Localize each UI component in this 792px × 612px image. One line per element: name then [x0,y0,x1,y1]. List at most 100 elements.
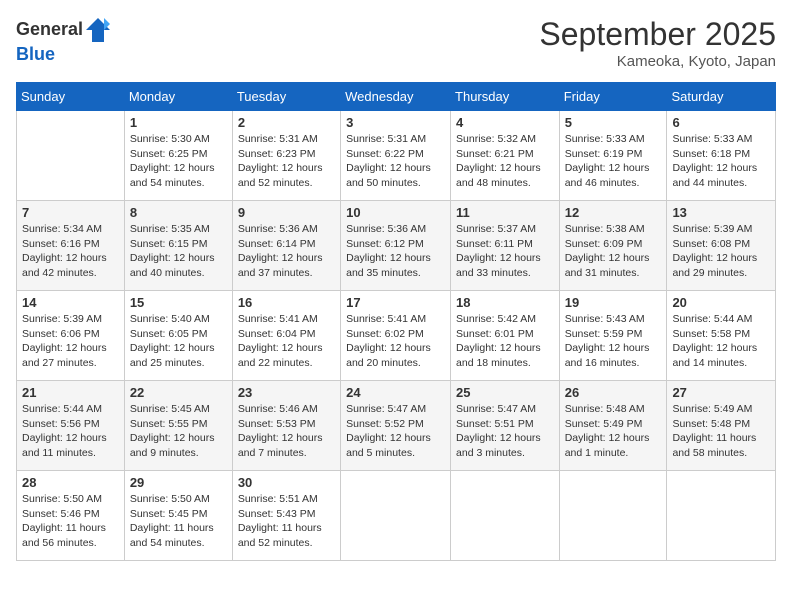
day-info: Sunrise: 5:33 AMSunset: 6:18 PMDaylight:… [672,132,770,191]
day-number: 12 [565,205,662,220]
calendar-cell: 1 Sunrise: 5:30 AMSunset: 6:25 PMDaylight… [124,111,232,201]
calendar-cell: 25Sunrise: 5:47 AMSunset: 5:51 PMDayligh… [451,381,560,471]
day-info: Sunrise: 5:50 AMSunset: 5:46 PMDaylight:… [22,492,119,551]
day-info: Sunrise: 5:44 AMSunset: 5:56 PMDaylight:… [22,402,119,461]
day-number: 28 [22,475,119,490]
calendar-cell: 4 Sunrise: 5:32 AMSunset: 6:21 PMDaylight… [451,111,560,201]
day-info: Sunrise: 5:35 AMSunset: 6:15 PMDaylight:… [130,222,227,281]
weekday-header-tuesday: Tuesday [232,83,340,111]
day-info: Sunrise: 5:40 AMSunset: 6:05 PMDaylight:… [130,312,227,371]
calendar-cell [559,471,667,561]
calendar-cell: 12 Sunrise: 5:38 AMSunset: 6:09 PMDayligh… [559,201,667,291]
calendar-cell: 17 Sunrise: 5:41 AMSunset: 6:02 PMDayligh… [341,291,451,381]
day-number: 27 [672,385,770,400]
calendar-cell: 15Sunrise: 5:40 AMSunset: 6:05 PMDayligh… [124,291,232,381]
day-number: 19 [565,295,662,310]
calendar-cell [451,471,560,561]
day-info: Sunrise: 5:39 AMSunset: 6:08 PMDaylight:… [672,222,770,281]
day-number: 7 [22,205,119,220]
calendar-cell: 14 Sunrise: 5:39 AMSunset: 6:06 PMDayligh… [17,291,125,381]
weekday-header-sunday: Sunday [17,83,125,111]
day-info: Sunrise: 5:50 AMSunset: 5:45 PMDaylight:… [130,492,227,551]
page-header: General Blue September 2025 Kameoka, Kyo… [16,16,776,70]
day-number: 22 [130,385,227,400]
calendar-cell: 20Sunrise: 5:44 AMSunset: 5:58 PMDayligh… [667,291,776,381]
weekday-header-wednesday: Wednesday [341,83,451,111]
day-number: 18 [456,295,554,310]
calendar-cell: 6 Sunrise: 5:33 AMSunset: 6:18 PMDaylight… [667,111,776,201]
calendar-cell: 26 Sunrise: 5:48 AMSunset: 5:49 PMDayligh… [559,381,667,471]
day-info: Sunrise: 5:43 AMSunset: 5:59 PMDaylight:… [565,312,662,371]
logo-general: General [16,19,83,39]
day-number: 23 [238,385,335,400]
day-info: Sunrise: 5:51 AMSunset: 5:43 PMDaylight:… [238,492,335,551]
weekday-header-row: SundayMondayTuesdayWednesdayThursdayFrid… [17,83,776,111]
calendar-cell: 10 Sunrise: 5:36 AMSunset: 6:12 PMDayligh… [341,201,451,291]
calendar-cell: 28 Sunrise: 5:50 AMSunset: 5:46 PMDayligh… [17,471,125,561]
day-number: 8 [130,205,227,220]
weekday-header-monday: Monday [124,83,232,111]
day-number: 10 [346,205,445,220]
location-subtitle: Kameoka, Kyoto, Japan [539,53,776,70]
calendar-week-row: 1 Sunrise: 5:30 AMSunset: 6:25 PMDaylight… [17,111,776,201]
day-number: 29 [130,475,227,490]
day-info: Sunrise: 5:36 AMSunset: 6:12 PMDaylight:… [346,222,445,281]
day-number: 9 [238,205,335,220]
day-info: Sunrise: 5:33 AMSunset: 6:19 PMDaylight:… [565,132,662,191]
day-info: Sunrise: 5:42 AMSunset: 6:01 PMDaylight:… [456,312,554,371]
day-number: 2 [238,115,335,130]
logo-blue: Blue [16,44,55,64]
day-info: Sunrise: 5:41 AMSunset: 6:02 PMDaylight:… [346,312,445,371]
day-info: Sunrise: 5:31 AMSunset: 6:23 PMDaylight:… [238,132,335,191]
weekday-header-thursday: Thursday [451,83,560,111]
calendar-week-row: 14 Sunrise: 5:39 AMSunset: 6:06 PMDayligh… [17,291,776,381]
calendar-cell: 29 Sunrise: 5:50 AMSunset: 5:45 PMDayligh… [124,471,232,561]
day-number: 14 [22,295,119,310]
day-info: Sunrise: 5:49 AMSunset: 5:48 PMDaylight:… [672,402,770,461]
calendar-cell: 2 Sunrise: 5:31 AMSunset: 6:23 PMDaylight… [232,111,340,201]
calendar-cell: 22Sunrise: 5:45 AMSunset: 5:55 PMDayligh… [124,381,232,471]
day-info: Sunrise: 5:30 AMSunset: 6:25 PMDaylight:… [130,132,227,191]
day-number: 26 [565,385,662,400]
calendar-cell: 5Sunrise: 5:33 AMSunset: 6:19 PMDaylight… [559,111,667,201]
day-number: 4 [456,115,554,130]
weekday-header-friday: Friday [559,83,667,111]
calendar-cell: 16Sunrise: 5:41 AMSunset: 6:04 PMDayligh… [232,291,340,381]
calendar-cell: 11 Sunrise: 5:37 AMSunset: 6:11 PMDayligh… [451,201,560,291]
day-info: Sunrise: 5:47 AMSunset: 5:52 PMDaylight:… [346,402,445,461]
calendar-week-row: 28 Sunrise: 5:50 AMSunset: 5:46 PMDayligh… [17,471,776,561]
calendar-cell [17,111,125,201]
calendar-cell: 3Sunrise: 5:31 AMSunset: 6:22 PMDaylight… [341,111,451,201]
day-number: 3 [346,115,445,130]
calendar-cell: 8 Sunrise: 5:35 AMSunset: 6:15 PMDaylight… [124,201,232,291]
day-info: Sunrise: 5:36 AMSunset: 6:14 PMDaylight:… [238,222,335,281]
calendar-cell: 24 Sunrise: 5:47 AMSunset: 5:52 PMDayligh… [341,381,451,471]
day-info: Sunrise: 5:41 AMSunset: 6:04 PMDaylight:… [238,312,335,371]
calendar-cell: 9 Sunrise: 5:36 AMSunset: 6:14 PMDaylight… [232,201,340,291]
calendar-cell: 23 Sunrise: 5:46 AMSunset: 5:53 PMDayligh… [232,381,340,471]
day-number: 21 [22,385,119,400]
weekday-header-saturday: Saturday [667,83,776,111]
calendar-cell: 13Sunrise: 5:39 AMSunset: 6:08 PMDayligh… [667,201,776,291]
title-block: September 2025 Kameoka, Kyoto, Japan [539,16,776,70]
day-number: 17 [346,295,445,310]
day-info: Sunrise: 5:37 AMSunset: 6:11 PMDaylight:… [456,222,554,281]
day-number: 20 [672,295,770,310]
day-info: Sunrise: 5:38 AMSunset: 6:09 PMDaylight:… [565,222,662,281]
day-info: Sunrise: 5:32 AMSunset: 6:21 PMDaylight:… [456,132,554,191]
day-number: 11 [456,205,554,220]
calendar-table: SundayMondayTuesdayWednesdayThursdayFrid… [16,82,776,561]
day-number: 25 [456,385,554,400]
day-info: Sunrise: 5:34 AMSunset: 6:16 PMDaylight:… [22,222,119,281]
day-number: 6 [672,115,770,130]
calendar-week-row: 7 Sunrise: 5:34 AMSunset: 6:16 PMDaylight… [17,201,776,291]
day-number: 24 [346,385,445,400]
calendar-week-row: 21 Sunrise: 5:44 AMSunset: 5:56 PMDayligh… [17,381,776,471]
month-title: September 2025 [539,16,776,53]
day-info: Sunrise: 5:46 AMSunset: 5:53 PMDaylight:… [238,402,335,461]
day-info: Sunrise: 5:48 AMSunset: 5:49 PMDaylight:… [565,402,662,461]
calendar-cell: 21 Sunrise: 5:44 AMSunset: 5:56 PMDayligh… [17,381,125,471]
day-number: 30 [238,475,335,490]
day-number: 1 [130,115,227,130]
day-info: Sunrise: 5:39 AMSunset: 6:06 PMDaylight:… [22,312,119,371]
